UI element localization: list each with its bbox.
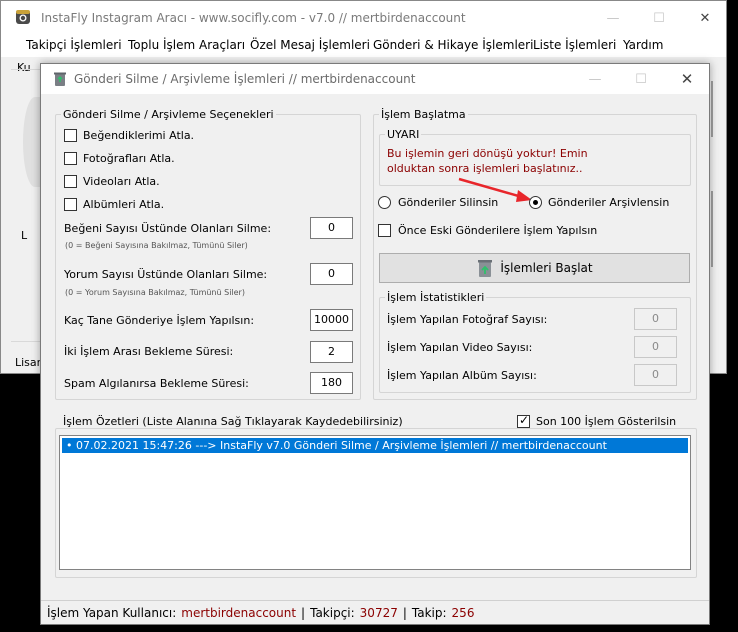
main-partial-label-side: L <box>21 229 28 242</box>
archive-posts-radio[interactable] <box>529 196 542 209</box>
stat-video-value: 0 <box>634 336 677 358</box>
skip-videos-label: Videoları Atla. <box>83 175 160 188</box>
skip-photos-checkbox[interactable] <box>64 152 77 165</box>
like-threshold-label: Beğeni Sayısı Üstünde Olanları Silme: <box>64 222 272 235</box>
delete-posts-radio[interactable] <box>378 196 391 209</box>
start-operations-button[interactable]: İşlemleri Başlat <box>379 253 690 283</box>
main-titlebar[interactable]: InstaFly Instagram Aracı - www.socifly.c… <box>1 1 726 35</box>
menu-lists[interactable]: Liste İşlemleri <box>533 38 616 52</box>
skip-photos-label: Fotoğrafları Atla. <box>83 152 175 165</box>
wait-time-input[interactable]: 2 <box>310 341 353 363</box>
stat-video-label: İşlem Yapılan Video Sayısı: <box>387 341 533 354</box>
menu-help[interactable]: Yardım <box>623 38 663 52</box>
main-window-title: InstaFly Instagram Aracı - www.socifly.c… <box>41 11 466 25</box>
stat-album-value: 0 <box>634 364 677 386</box>
options-group-label: Gönderi Silme / Arşivleme Seçenekleri <box>61 108 276 121</box>
main-right-edge-bar <box>711 81 713 137</box>
recycle-bin-icon <box>476 258 494 278</box>
minimize-button[interactable]: — <box>591 3 635 33</box>
delete-posts-label: Gönderiler Silinsin <box>398 196 499 209</box>
warning-text: Bu işlemin geri dönüşü yoktur! Emin oldu… <box>387 147 588 175</box>
instagram-icon <box>15 9 31 25</box>
recycle-bin-icon <box>52 71 68 87</box>
start-group-label: İşlem Başlatma <box>379 108 468 121</box>
log-group-label: İşlem Özetleri (Liste Alanına Sağ Tıklay… <box>61 415 405 428</box>
main-divider <box>11 341 41 342</box>
status-followers-label: Takipçi: <box>310 606 355 620</box>
skip-albums-label: Albümleri Atla. <box>83 198 165 211</box>
spam-wait-input[interactable]: 180 <box>310 372 353 394</box>
dialog-maximize-button[interactable]: ☐ <box>619 64 663 94</box>
skip-videos-checkbox[interactable] <box>64 175 77 188</box>
skip-albums-checkbox[interactable] <box>64 198 77 211</box>
main-right-edge-bar-2 <box>711 191 713 267</box>
stat-photo-label: İşlem Yapılan Fotoğraf Sayısı: <box>387 313 548 326</box>
delete-archive-dialog: Gönderi Silme / Arşivleme İşlemleri // m… <box>40 63 710 625</box>
show-last-100-label: Son 100 İşlem Gösterilsin <box>534 415 679 428</box>
stat-photo-value: 0 <box>634 308 677 330</box>
wait-time-label: İki İşlem Arası Bekleme Süresi: <box>64 345 234 358</box>
skip-liked-label: Beğendiklerimi Atla. <box>83 129 195 142</box>
dialog-close-button[interactable]: ✕ <box>665 64 709 94</box>
close-button[interactable]: ✕ <box>683 3 727 33</box>
stats-group-label: İşlem İstatistikleri <box>385 291 487 304</box>
status-user-value: mertbirdenaccount <box>181 606 297 620</box>
like-threshold-hint: (0 = Beğeni Sayısına Bakılmaz, Tümünü Si… <box>65 241 248 250</box>
status-separator: | <box>301 606 306 620</box>
like-threshold-input[interactable]: 0 <box>310 217 353 239</box>
log-entry-text: 07.02.2021 15:47:26 ---> InstaFly v7.0 G… <box>76 439 607 452</box>
oldest-first-label: Önce Eski Gönderilere İşlem Yapılsın <box>398 224 598 237</box>
main-group-border <box>11 69 41 70</box>
minimize-icon: — <box>588 71 602 87</box>
status-bar-divider <box>41 600 709 601</box>
maximize-icon: ☐ <box>653 10 665 26</box>
skip-liked-checkbox[interactable] <box>64 129 77 142</box>
comment-threshold-input[interactable]: 0 <box>310 263 353 285</box>
status-bar: İşlem Yapan Kullanıcı: mertbirdenaccount… <box>47 606 474 620</box>
maximize-icon: ☐ <box>635 71 647 87</box>
status-followers-value: 30727 <box>359 606 398 620</box>
maximize-button[interactable]: ☐ <box>637 3 681 33</box>
close-icon: ✕ <box>680 70 694 88</box>
post-count-input[interactable]: 10000 <box>310 309 353 331</box>
menu-bulk-tools[interactable]: Toplu İşlem Araçları <box>128 38 245 52</box>
minimize-icon: — <box>606 10 620 26</box>
show-last-100-checkbox[interactable] <box>517 413 530 428</box>
post-count-label: Kaç Tane Gönderiye İşlem Yapılsın: <box>64 314 255 327</box>
status-following-value: 256 <box>451 606 475 620</box>
archive-posts-label: Gönderiler Arşivlensin <box>548 196 670 209</box>
close-icon: ✕ <box>699 10 711 26</box>
menu-followers[interactable]: Takipçi İşlemleri <box>26 38 122 52</box>
log-entry-bullet: • <box>66 439 76 452</box>
main-partial-label-top: Ku <box>17 61 31 74</box>
status-following-label: Takip: <box>411 606 447 620</box>
log-entry[interactable]: • 07.02.2021 15:47:26 ---> InstaFly v7.0… <box>62 438 688 453</box>
dialog-title: Gönderi Silme / Arşivleme İşlemleri // m… <box>74 72 416 86</box>
comment-threshold-label: Yorum Sayısı Üstünde Olanları Silme: <box>64 268 268 281</box>
spam-wait-label: Spam Algılanırsa Bekleme Süresi: <box>64 377 249 390</box>
log-list[interactable]: • 07.02.2021 15:47:26 ---> InstaFly v7.0… <box>59 435 691 570</box>
comment-threshold-hint: (0 = Yorum Sayısına Bakılmaz, Tümünü Sil… <box>65 288 245 297</box>
start-operations-label: İşlemleri Başlat <box>500 261 593 275</box>
dialog-titlebar[interactable]: Gönderi Silme / Arşivleme İşlemleri // m… <box>41 64 709 94</box>
status-user-label: İşlem Yapan Kullanıcı: <box>47 606 177 620</box>
main-menubar: Takipçi İşlemleri Toplu İşlem Araçları Ö… <box>1 35 726 57</box>
status-separator-2: | <box>402 606 407 620</box>
stat-album-label: İşlem Yapılan Albüm Sayısı: <box>387 369 537 382</box>
menu-direct-messages[interactable]: Özel Mesaj İşlemleri <box>250 38 370 52</box>
dialog-minimize-button[interactable]: — <box>573 64 617 94</box>
oldest-first-checkbox[interactable] <box>378 224 391 237</box>
menu-posts-stories[interactable]: Gönderi & Hikaye İşlemleri <box>373 38 533 52</box>
warning-label: UYARI <box>385 128 422 141</box>
